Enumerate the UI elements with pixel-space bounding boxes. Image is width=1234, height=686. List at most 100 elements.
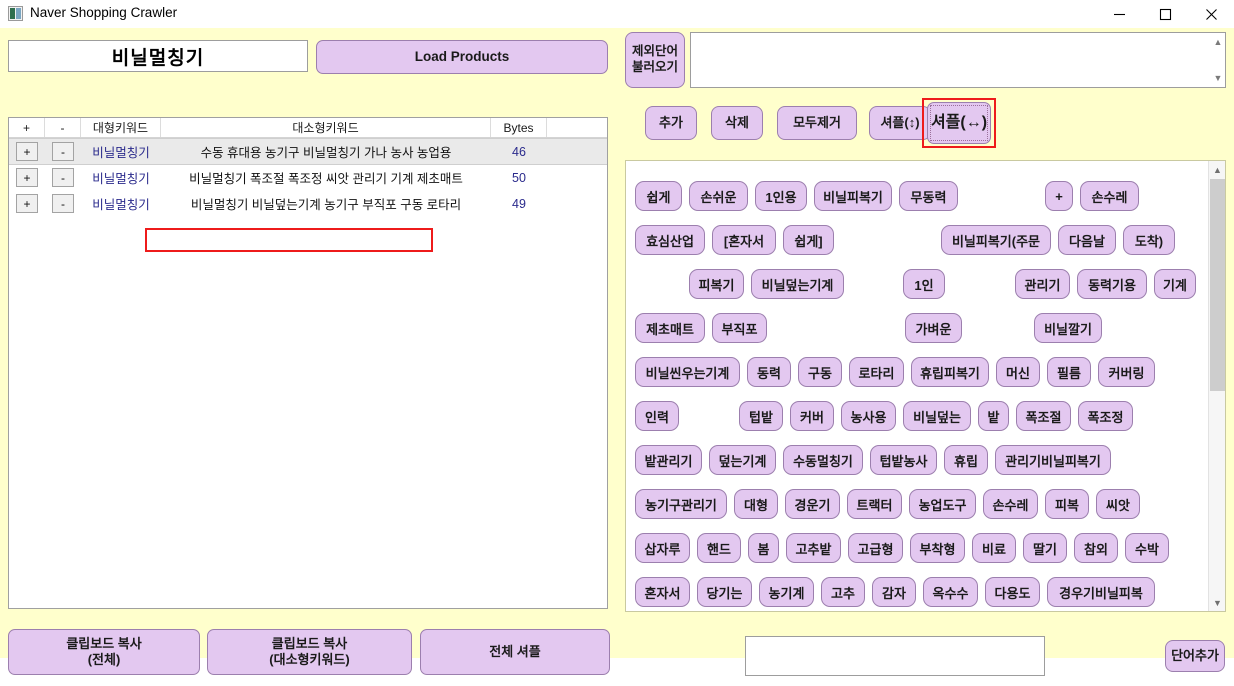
tag-chip[interactable]: 고추: [821, 577, 865, 607]
tag-chip[interactable]: 도착): [1123, 225, 1175, 255]
tag-chip[interactable]: 경운기: [785, 489, 840, 519]
tag-chip[interactable]: 효심산업: [635, 225, 705, 255]
tag-chip[interactable]: 폭조절: [1016, 401, 1071, 431]
tag-chip[interactable]: 농기계: [759, 577, 814, 607]
chevron-up-icon[interactable]: ▲: [1209, 161, 1225, 178]
load-exclude-words-button[interactable]: 제외단어 불러오기: [625, 32, 685, 88]
chevron-down-icon[interactable]: ▼: [1209, 594, 1225, 611]
tag-chip[interactable]: +: [1045, 181, 1073, 211]
tag-chip[interactable]: 부직포: [712, 313, 767, 343]
tag-chip[interactable]: 비닐씬우는기계: [635, 357, 740, 387]
tag-chip[interactable]: 삽자루: [635, 533, 690, 563]
tag-chip[interactable]: 부착형: [910, 533, 965, 563]
tag-chip[interactable]: 농기구관리기: [635, 489, 727, 519]
tag-chip[interactable]: 다음날: [1058, 225, 1116, 255]
copy-clipboard-all-button[interactable]: 클립보드 복사 (전체): [8, 629, 200, 675]
tag-chip[interactable]: 커버: [790, 401, 834, 431]
tag-cloud-panel[interactable]: 쉽게 손쉬운 1인용 비닐피복기 무동력 + 손수레 효심산업 [혼자서 쉽게]…: [625, 160, 1226, 612]
tag-chip[interactable]: 비닐덮는: [903, 401, 971, 431]
tag-chip[interactable]: 핸드: [697, 533, 741, 563]
tag-chip[interactable]: 고급형: [848, 533, 903, 563]
row-remove-button[interactable]: -: [45, 139, 81, 164]
tag-cloud-scrollbar[interactable]: ▲ ▼: [1208, 161, 1225, 611]
tag-chip[interactable]: 비료: [972, 533, 1016, 563]
minimize-button[interactable]: [1096, 0, 1142, 28]
tag-chip[interactable]: 관리기비닐피복기: [995, 445, 1111, 475]
tag-chip[interactable]: 로타리: [849, 357, 904, 387]
tag-chip[interactable]: 농사용: [841, 401, 896, 431]
scrollbar-thumb[interactable]: [1210, 179, 1225, 391]
load-products-button[interactable]: Load Products: [316, 40, 608, 74]
tag-chip[interactable]: 제초매트: [635, 313, 705, 343]
tag-chip[interactable]: 고추밭: [786, 533, 841, 563]
table-row[interactable]: + - 비닐멀칭기 비닐멀칭기 폭조절 폭조정 씨앗 관리기 기계 제초매트 5…: [9, 165, 607, 191]
tag-chip[interactable]: [혼자서: [712, 225, 776, 255]
tag-chip[interactable]: 당기는: [697, 577, 752, 607]
tag-chip[interactable]: 필름: [1047, 357, 1091, 387]
tag-chip[interactable]: 가벼운: [905, 313, 962, 343]
tag-chip[interactable]: 기계: [1154, 269, 1196, 299]
tag-chip[interactable]: 휴립피복기: [911, 357, 989, 387]
tag-chip[interactable]: 다용도: [985, 577, 1040, 607]
tag-chip[interactable]: 수박: [1125, 533, 1169, 563]
tag-chip[interactable]: 경우기비닐피복: [1047, 577, 1155, 607]
tag-chip[interactable]: 동력: [747, 357, 791, 387]
tag-chip[interactable]: 밭관리기: [635, 445, 702, 475]
tag-chip[interactable]: 피복기: [689, 269, 744, 299]
tag-chip[interactable]: 구동: [798, 357, 842, 387]
tag-chip[interactable]: 인력: [635, 401, 679, 431]
keyword-input[interactable]: 비닐멀칭기: [8, 40, 308, 72]
tag-chip[interactable]: 비닐깔기: [1034, 313, 1102, 343]
tag-chip[interactable]: 손수레: [983, 489, 1038, 519]
shuffle-horizontal-button[interactable]: 셔플(↔): [927, 102, 991, 144]
tag-chip[interactable]: 감자: [872, 577, 916, 607]
copy-clipboard-sub-button[interactable]: 클립보드 복사 (대소형키워드): [207, 629, 412, 675]
row-remove-button[interactable]: -: [45, 165, 81, 190]
row-remove-button[interactable]: -: [45, 191, 81, 216]
tag-chip[interactable]: 1인용: [755, 181, 807, 211]
tag-chip[interactable]: 휴립: [944, 445, 988, 475]
tag-chip[interactable]: 머신: [996, 357, 1040, 387]
tag-chip[interactable]: 대형: [734, 489, 778, 519]
tag-chip[interactable]: 옥수수: [923, 577, 978, 607]
tag-chip[interactable]: 무동력: [899, 181, 958, 211]
row-add-button[interactable]: +: [9, 165, 45, 190]
tag-chip[interactable]: 딸기: [1023, 533, 1067, 563]
exclude-textarea-scrollbar[interactable]: ▲ ▼: [1209, 33, 1225, 87]
tag-chip[interactable]: 비닐피복기: [814, 181, 892, 211]
tag-chip[interactable]: 손쉬운: [689, 181, 748, 211]
delete-tag-button[interactable]: 삭제: [711, 106, 763, 140]
tag-chip[interactable]: 농업도구: [909, 489, 976, 519]
tag-chip[interactable]: 관리기: [1015, 269, 1070, 299]
shuffle-all-button[interactable]: 전체 셔플: [420, 629, 610, 675]
add-word-input[interactable]: [745, 636, 1045, 676]
tag-chip[interactable]: 밭: [978, 401, 1009, 431]
tag-chip[interactable]: 피복: [1045, 489, 1089, 519]
tag-chip[interactable]: 손수레: [1080, 181, 1139, 211]
tag-chip[interactable]: 쉽게: [635, 181, 682, 211]
tag-chip[interactable]: 혼자서: [635, 577, 690, 607]
table-row[interactable]: + - 비닐멀칭기 비닐멀칭기 비닐덮는기계 농기구 부직포 구동 로타리 49: [9, 191, 607, 217]
exclude-words-textarea[interactable]: ▲ ▼: [690, 32, 1226, 88]
row-add-button[interactable]: +: [9, 139, 45, 164]
tag-chip[interactable]: 쉽게]: [783, 225, 834, 255]
tag-chip[interactable]: 커버링: [1098, 357, 1155, 387]
add-tag-button[interactable]: 추가: [645, 106, 697, 140]
tag-chip[interactable]: 덮는기계: [709, 445, 776, 475]
tag-chip[interactable]: 수동멀칭기: [783, 445, 863, 475]
tag-chip[interactable]: 텁밭농사: [870, 445, 937, 475]
chevron-up-icon[interactable]: ▲: [1210, 34, 1226, 50]
clear-all-tags-button[interactable]: 모두제거: [777, 106, 857, 140]
row-add-button[interactable]: +: [9, 191, 45, 216]
tag-chip[interactable]: 트랙터: [847, 489, 902, 519]
tag-chip[interactable]: 비닐덮는기계: [751, 269, 844, 299]
keyword-grid[interactable]: + - 대형키워드 대소형키워드 Bytes + - 비닐멀칭기 수동 휴대용 …: [8, 117, 608, 609]
shuffle-vertical-button[interactable]: 셔플(↕): [869, 106, 931, 140]
tag-chip[interactable]: 봄: [748, 533, 779, 563]
tag-chip[interactable]: 비닐피복기(주문: [941, 225, 1051, 255]
tag-chip[interactable]: 참외: [1074, 533, 1118, 563]
maximize-button[interactable]: [1142, 0, 1188, 28]
tag-chip[interactable]: 1인: [903, 269, 945, 299]
tag-chip[interactable]: 폭조정: [1078, 401, 1133, 431]
close-button[interactable]: [1188, 0, 1234, 28]
